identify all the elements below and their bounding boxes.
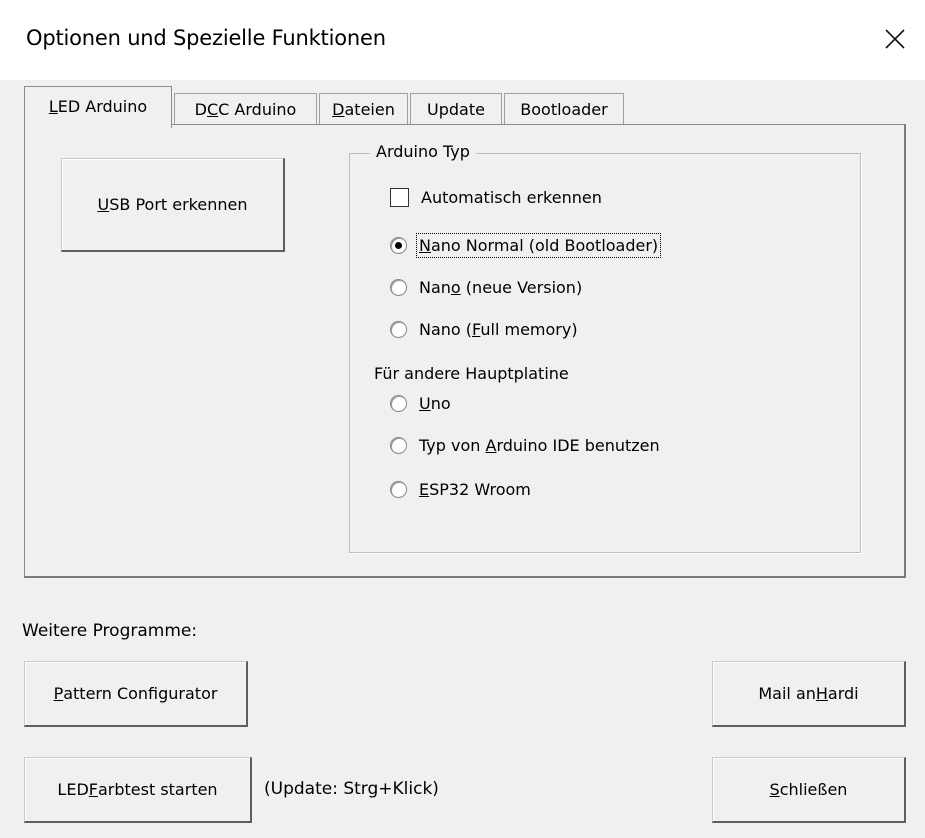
tab-label: D xyxy=(194,100,207,119)
arduino-type-group: Arduino Typ Automatisch erkennen Nano No… xyxy=(349,142,861,553)
auto-detect-checkbox[interactable] xyxy=(390,188,409,207)
auto-detect-checkbox-row[interactable]: Automatisch erkennen xyxy=(390,188,602,207)
usb-port-detect-button[interactable]: U SB Port erkennen xyxy=(61,158,285,252)
mail-to-hardi-button[interactable]: Mail an Hardi xyxy=(712,661,906,727)
other-board-label: Für andere Hauptplatine xyxy=(374,364,569,383)
radio-button[interactable] xyxy=(390,481,407,498)
led-color-test-button[interactable]: LED Farbtest starten xyxy=(24,757,252,823)
auto-detect-label: Automatisch erkennen xyxy=(421,188,602,207)
tab-accesskey: D xyxy=(332,100,345,119)
button-label: attern Configurator xyxy=(63,684,218,703)
button-accesskey: P xyxy=(53,684,64,703)
button-accesskey: H xyxy=(815,684,828,703)
radio-button[interactable] xyxy=(390,321,407,338)
tab-label: C Arduino xyxy=(218,100,297,119)
group-legend: Arduino Typ xyxy=(370,142,476,161)
pattern-configurator-button[interactable]: Pattern Configurator xyxy=(24,661,248,727)
close-icon xyxy=(885,29,905,49)
radio-label: Typ von Arduino IDE benutzen xyxy=(419,436,660,455)
radio-button[interactable] xyxy=(390,437,407,454)
window-title: Optionen und Spezielle Funktionen xyxy=(26,26,386,50)
more-programs-label: Weitere Programme: xyxy=(22,621,198,641)
tab-label: Update xyxy=(427,100,485,119)
tab-bootloader[interactable]: Bootloader xyxy=(504,93,624,126)
radio-nano-new[interactable]: Nano (neue Version) xyxy=(390,278,582,297)
tab-dcc-arduino[interactable]: DCC Arduino xyxy=(174,93,317,126)
button-accesskey: U xyxy=(97,195,110,214)
update-hint-label: (Update: Strg+Klick) xyxy=(264,779,439,799)
radio-esp32-wroom[interactable]: ESP32 Wroom xyxy=(390,480,531,499)
button-label: chließen xyxy=(779,780,848,799)
radio-nano-normal[interactable]: Nano Normal (old Bootloader) xyxy=(390,233,662,258)
close-dialog-button[interactable]: Schließen xyxy=(712,757,906,823)
button-label: LED xyxy=(57,780,89,799)
tab-accesskey: C xyxy=(206,100,219,119)
title-bar: Optionen und Spezielle Funktionen xyxy=(0,0,925,80)
tab-accesskey: L xyxy=(48,97,58,116)
tab-label: Bootloader xyxy=(520,100,608,119)
radio-label: Nano Normal (old Bootloader) xyxy=(415,233,662,258)
tab-label: ateien xyxy=(344,100,395,119)
tab-dateien[interactable]: Dateien xyxy=(319,93,408,126)
button-label: arbtest starten xyxy=(97,780,218,799)
tab-update[interactable]: Update xyxy=(410,93,502,126)
radio-nano-full-memory[interactable]: Nano (Full memory) xyxy=(390,320,578,339)
radio-button[interactable] xyxy=(390,279,407,296)
radio-label: Nano (neue Version) xyxy=(419,278,583,297)
radio-button[interactable] xyxy=(390,237,407,254)
close-button[interactable] xyxy=(872,18,918,60)
radio-uno[interactable]: Uno xyxy=(390,394,451,413)
button-accesskey: S xyxy=(769,780,780,799)
radio-arduino-ide-type[interactable]: Typ von Arduino IDE benutzen xyxy=(390,436,660,455)
button-label: SB Port erkennen xyxy=(109,195,248,214)
tab-label: ED Arduino xyxy=(57,97,148,116)
radio-label: Uno xyxy=(419,394,451,413)
radio-label: ESP32 Wroom xyxy=(419,480,531,499)
button-label: Mail an xyxy=(758,684,816,703)
radio-button[interactable] xyxy=(390,395,407,412)
tab-panel-led-arduino: U SB Port erkennen Arduino Typ Automatisc… xyxy=(24,124,906,578)
radio-label: Nano (Full memory) xyxy=(419,320,578,339)
button-accesskey: F xyxy=(88,780,98,799)
button-label: ardi xyxy=(827,684,859,703)
tab-led-arduino[interactable]: LED Arduino xyxy=(24,86,172,128)
